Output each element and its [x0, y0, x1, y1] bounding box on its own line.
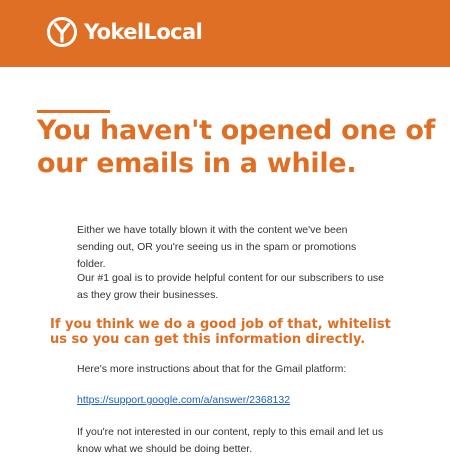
brand-name: YokelLocal — [84, 20, 203, 44]
body-paragraph-4: If you're not interested in our content,… — [77, 426, 384, 455]
gmail-instructions-link[interactable]: https://support.google.com/a/answer/2368… — [77, 392, 290, 409]
email-headline: You haven't opened one of our emails in … — [37, 115, 436, 179]
headline-accent-rule — [37, 110, 110, 113]
body-paragraph-1: Either we have totally blown it with the… — [77, 224, 357, 270]
brand-header: YokelLocal — [0, 0, 450, 67]
brand-logo[interactable]: YokelLocal — [46, 16, 203, 48]
yokel-logo-icon — [47, 17, 77, 47]
whitelist-callout: If you think we do a good job of that, w… — [50, 317, 391, 347]
body-paragraph-2: Our #1 goal is to provide helpful conten… — [77, 272, 385, 301]
body-paragraph-3: Here's more instructions about that for … — [77, 363, 347, 375]
